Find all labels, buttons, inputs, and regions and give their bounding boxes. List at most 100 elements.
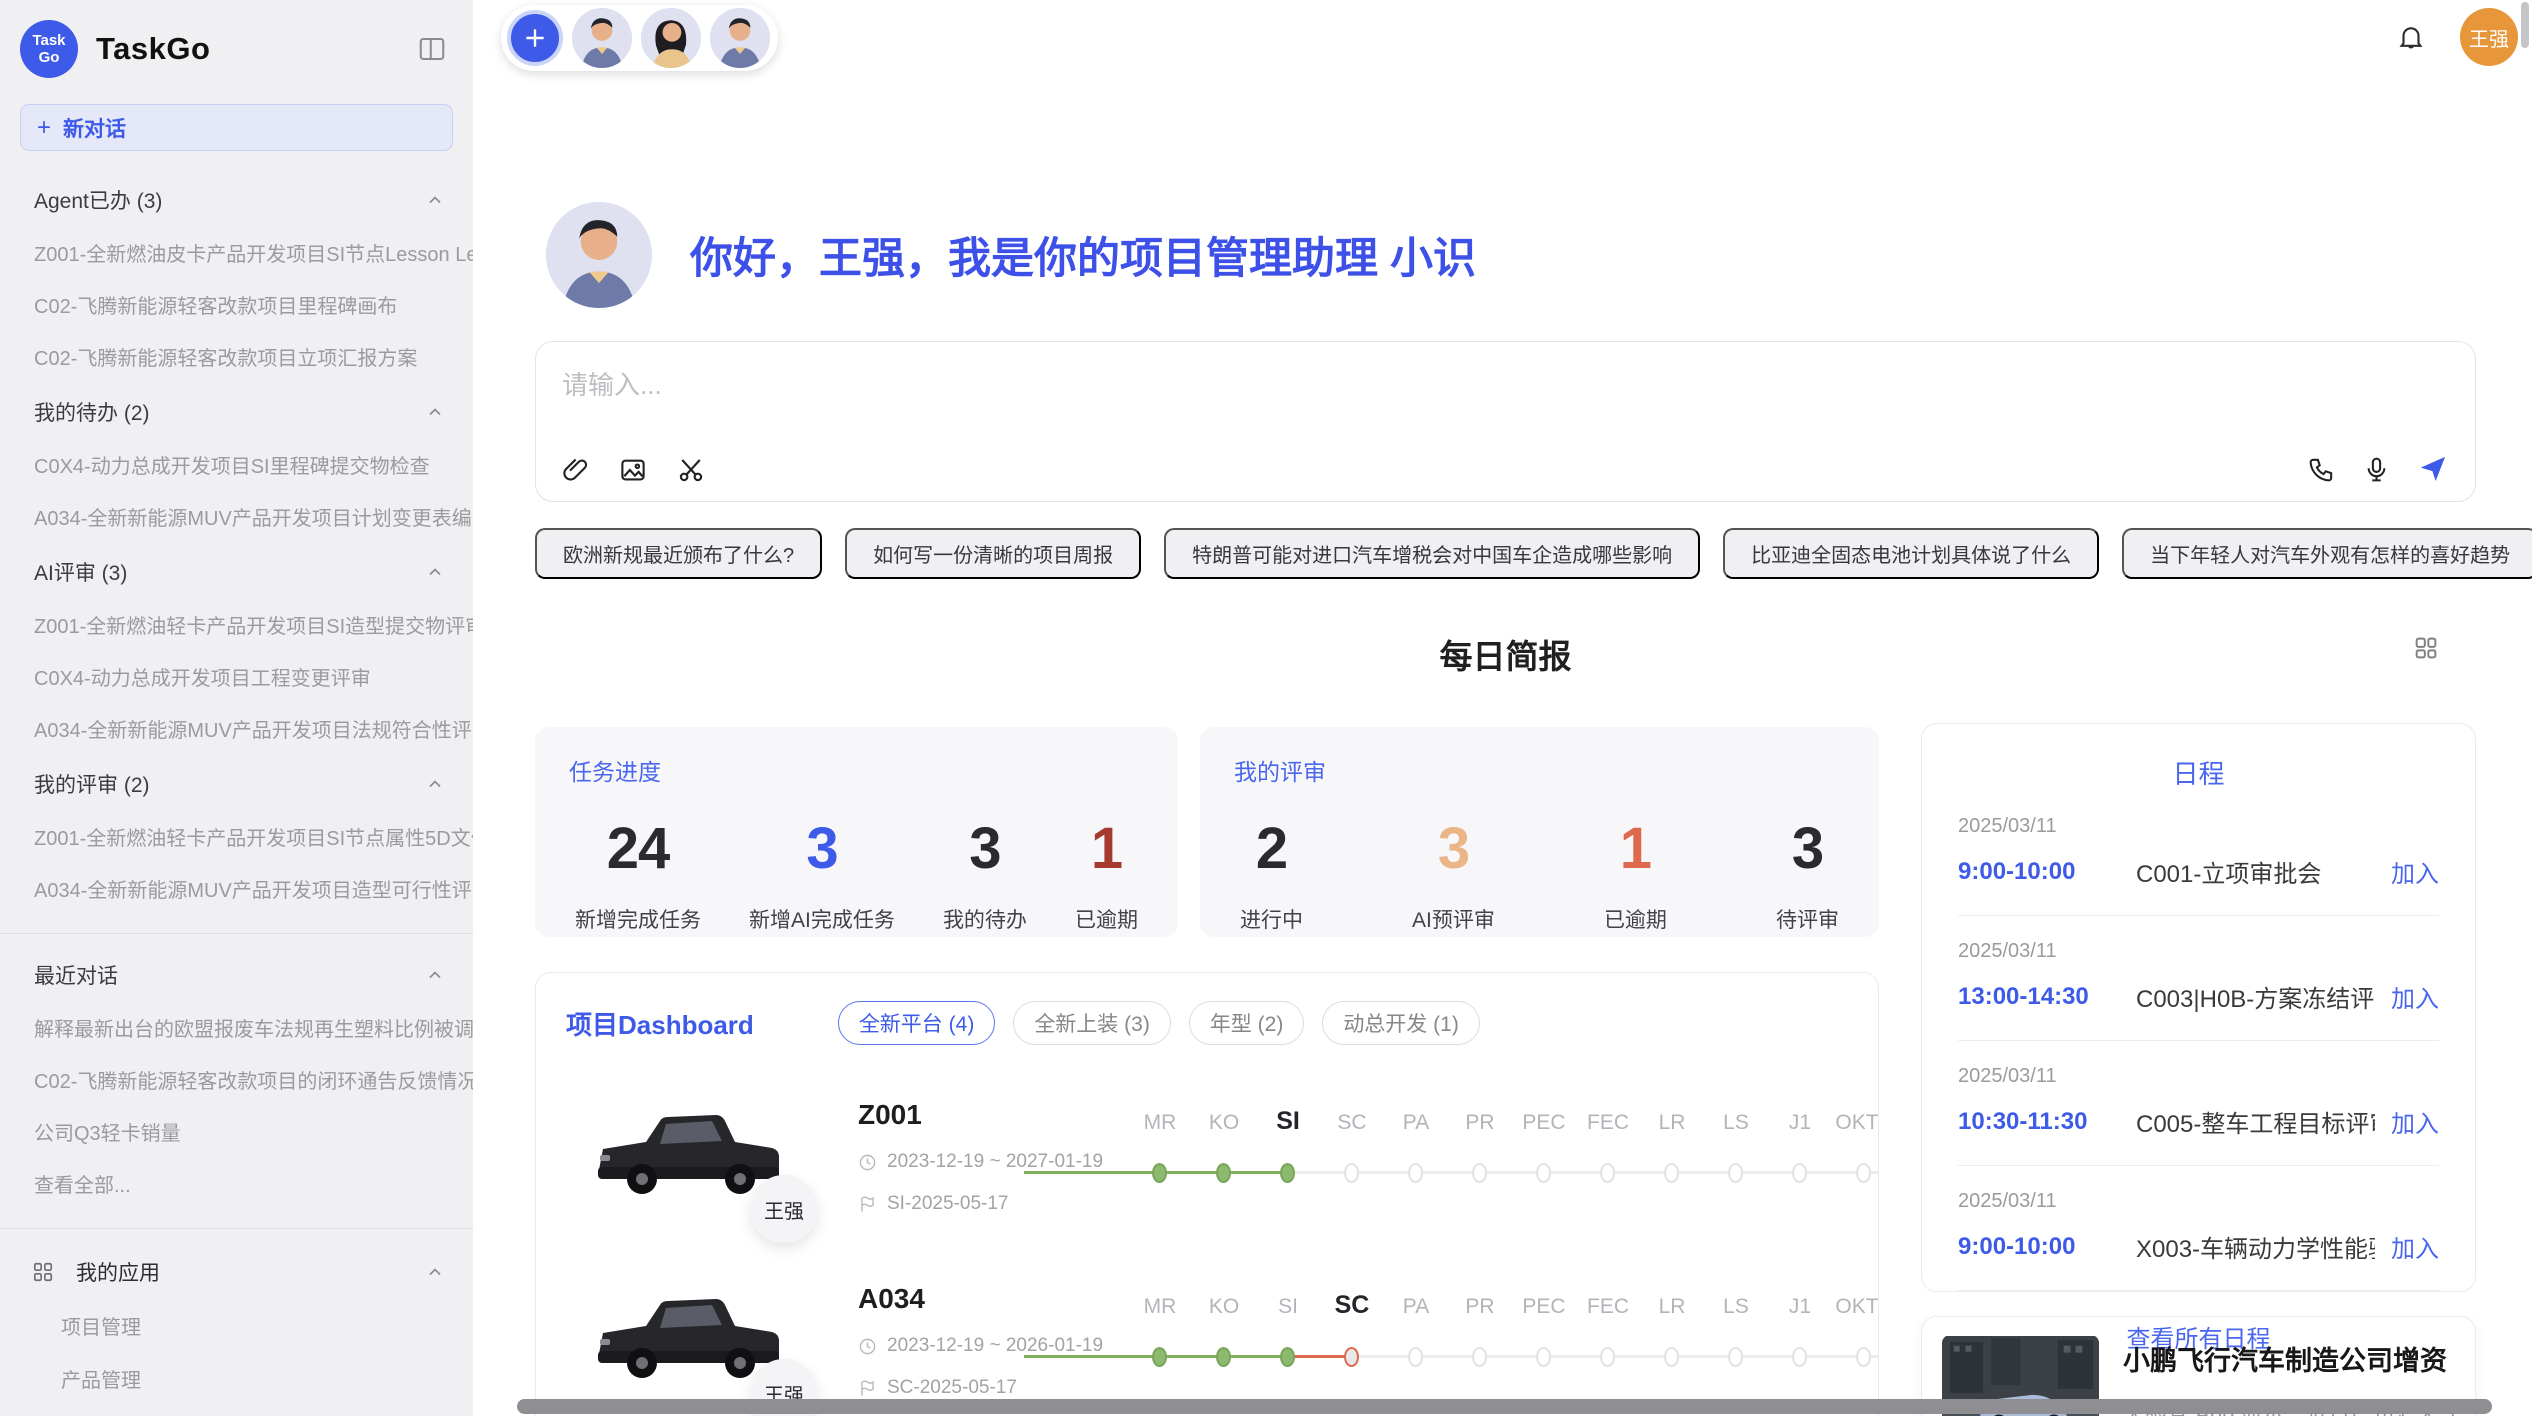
owner-badge: 王强 [750, 1175, 818, 1243]
list-item[interactable]: C02-飞腾新能源轻客改款项目里程碑画布 [0, 290, 473, 319]
filter-tab[interactable]: 全新平台 (4) [838, 1001, 996, 1045]
chevron-up-icon[interactable] [425, 562, 445, 582]
sidebar-item-project-mgmt[interactable]: 项目管理 [0, 1311, 473, 1340]
layout-grid-icon[interactable] [2412, 634, 2440, 662]
list-item[interactable]: Z001-全新燃油皮卡产品开发项目SI节点Lesson Learn报告 [0, 238, 473, 267]
stat-label: 新增AI完成任务 [749, 904, 895, 934]
stat-my-todo: 3 我的待办 [943, 815, 1027, 934]
daily-brief-title: 每日简报 [1440, 630, 1572, 678]
list-item[interactable]: Z001-全新燃油轻卡产品开发项目SI造型提交物评审 [0, 610, 473, 639]
milestone-label: KO [1209, 1111, 1239, 1135]
suggestion-chip[interactable]: 当下年轻人对汽车外观有怎样的喜好趋势 [2122, 528, 2532, 579]
filter-tab[interactable]: 全新上装 (3) [1013, 1001, 1171, 1045]
microphone-icon[interactable] [2362, 455, 2391, 484]
schedule-event: 2025/03/11 9:00-10:00 X003-车辆动力学性能验... 加… [1958, 1166, 2439, 1291]
chevron-up-icon[interactable] [425, 774, 445, 794]
app-window: Task Go TaskGo + 新对话 Agent已办 (3) Z001-全新… [0, 0, 2532, 1416]
filter-tab[interactable]: 动总开发 (1) [1322, 1001, 1480, 1045]
sidebar: Task Go TaskGo + 新对话 Agent已办 (3) Z001-全新… [0, 0, 473, 1416]
list-item[interactable]: C02-飞腾新能源轻客改款项目的闭环通告反馈情况 [0, 1065, 473, 1094]
avatar[interactable] [710, 8, 770, 68]
stat-label: 待评审 [1776, 904, 1839, 934]
milestone-label: LS [1723, 1111, 1749, 1135]
task-progress-card: 任务进度 24 新增完成任务 3 新增AI完成任务 [535, 727, 1178, 937]
list-item[interactable]: C02-飞腾新能源轻客改款项目立项汇报方案 [0, 342, 473, 371]
join-link[interactable]: 加入 [2391, 1104, 2439, 1139]
assistant-switcher [501, 5, 778, 71]
milestone-label: PA [1403, 1295, 1429, 1319]
stat-label: 进行中 [1240, 904, 1303, 934]
phone-icon[interactable] [2307, 455, 2336, 484]
milestone-label: FEC [1587, 1111, 1629, 1135]
logo-line1: Task [32, 32, 65, 49]
chevron-up-icon[interactable] [425, 1262, 445, 1282]
stat-value: 2 [1240, 815, 1303, 882]
milestone-label: LS [1723, 1295, 1749, 1319]
list-item[interactable]: A034-全新新能源MUV产品开发项目造型可行性评审 [0, 874, 473, 903]
attachment-icon[interactable] [560, 455, 590, 485]
milestone-label: PA [1403, 1111, 1429, 1135]
project-row[interactable]: 王强 Z001 2023-12-19 ~ 2027-01-19 SI-2025-… [566, 1097, 1848, 1229]
list-item[interactable]: Z001-全新燃油轻卡产品开发项目SI节点属性5D文件评审 [0, 822, 473, 851]
send-icon[interactable] [2417, 453, 2449, 485]
event-date: 2025/03/11 [1958, 1190, 2439, 1213]
chevron-up-icon[interactable] [425, 402, 445, 422]
list-item[interactable]: C0X4-动力总成开发项目工程变更评审 [0, 662, 473, 691]
dashboard-title: 项目Dashboard [566, 1005, 754, 1042]
horizontal-scrollbar[interactable] [517, 1399, 2492, 1414]
stat-new-done: 24 新增完成任务 [575, 815, 701, 934]
schedule-card: 日程 2025/03/11 9:00-10:00 C001-立项审批会 加入 2… [1921, 723, 2476, 1292]
sidebar-item-my-apps[interactable]: 我的应用 [0, 1257, 473, 1287]
stat-ai-prereview: 3 AI预评审 [1412, 815, 1495, 934]
suggestion-chip[interactable]: 如何写一份清晰的项目周报 [845, 528, 1141, 579]
chevron-up-icon[interactable] [425, 190, 445, 210]
section-my-review[interactable]: 我的评审 (2) [0, 769, 473, 799]
sidebar-collapse-icon[interactable] [417, 34, 447, 64]
list-item[interactable]: A034-全新新能源MUV产品开发项目计划变更表编写 [0, 502, 473, 531]
event-date: 2025/03/11 [1958, 815, 2439, 838]
suggestion-chip[interactable]: 欧洲新规最近颁布了什么? [535, 528, 822, 579]
list-item[interactable]: 公司Q3轻卡销量 [0, 1117, 473, 1146]
avatar[interactable] [572, 8, 632, 68]
project-flag: SC-2025-05-17 [887, 1377, 1017, 1399]
section-recent-chats[interactable]: 最近对话 [0, 960, 473, 990]
avatar[interactable] [641, 8, 701, 68]
chevron-up-icon[interactable] [425, 965, 445, 985]
join-link[interactable]: 加入 [2391, 1229, 2439, 1264]
milestone-label: J1 [1789, 1111, 1811, 1135]
notification-bell-icon[interactable] [2396, 22, 2426, 52]
event-date: 2025/03/11 [1958, 940, 2439, 963]
my-review-card: 我的评审 2 进行中 3 AI预评审 [1200, 727, 1879, 937]
sidebar-item-product-mgmt[interactable]: 产品管理 [0, 1364, 473, 1393]
section-my-todo[interactable]: 我的待办 (2) [0, 397, 473, 427]
project-dashboard-card: 项目Dashboard 全新平台 (4) 全新上装 (3) 年型 (2) 动总开… [535, 972, 1879, 1416]
new-conversation-button[interactable]: + 新对话 [20, 104, 453, 151]
join-link[interactable]: 加入 [2391, 979, 2439, 1014]
clock-icon [858, 1153, 877, 1172]
join-link[interactable]: 加入 [2391, 854, 2439, 889]
milestone-label: PEC [1522, 1295, 1565, 1319]
stat-label: 已逾期 [1604, 904, 1667, 934]
project-row[interactable]: 王强 A034 2023-12-19 ~ 2026-01-19 SC-2025-… [566, 1281, 1848, 1413]
scissors-icon[interactable] [676, 455, 706, 485]
add-assistant-button[interactable] [507, 10, 563, 66]
filter-tab[interactable]: 年型 (2) [1189, 1001, 1305, 1045]
stat-pending-review: 3 待评审 [1776, 815, 1839, 934]
milestone-label: OKTB [1835, 1111, 1879, 1135]
vertical-scrollbar[interactable] [2521, 2, 2529, 48]
view-all-chats[interactable]: 查看全部... [0, 1169, 473, 1198]
stat-value: 24 [575, 815, 701, 882]
list-item[interactable]: 解释最新出台的欧盟报废车法规再生塑料比例被调至15%... [0, 1013, 473, 1042]
section-ai-review[interactable]: AI评审 (3) [0, 557, 473, 587]
message-input[interactable] [562, 360, 1962, 410]
suggestion-chip[interactable]: 比亚迪全固态电池计划具体说了什么 [1723, 528, 2099, 579]
list-item[interactable]: A034-全新新能源MUV产品开发项目法规符合性评审 [0, 714, 473, 743]
section-agent-done[interactable]: Agent已办 (3) [0, 185, 473, 215]
list-item[interactable]: C0X4-动力总成开发项目SI里程碑提交物检查 [0, 450, 473, 479]
image-upload-icon[interactable] [618, 455, 648, 485]
section-title: Agent已办 (3) [34, 185, 162, 215]
event-name: C003|H0B-方案冻结评审 [2136, 979, 2375, 1014]
project-dates: 2023-12-19 ~ 2026-01-19 [887, 1335, 1103, 1357]
user-avatar[interactable]: 王强 [2460, 8, 2518, 66]
suggestion-chip[interactable]: 特朗普可能对进口汽车增税会对中国车企造成哪些影响 [1164, 528, 1700, 579]
